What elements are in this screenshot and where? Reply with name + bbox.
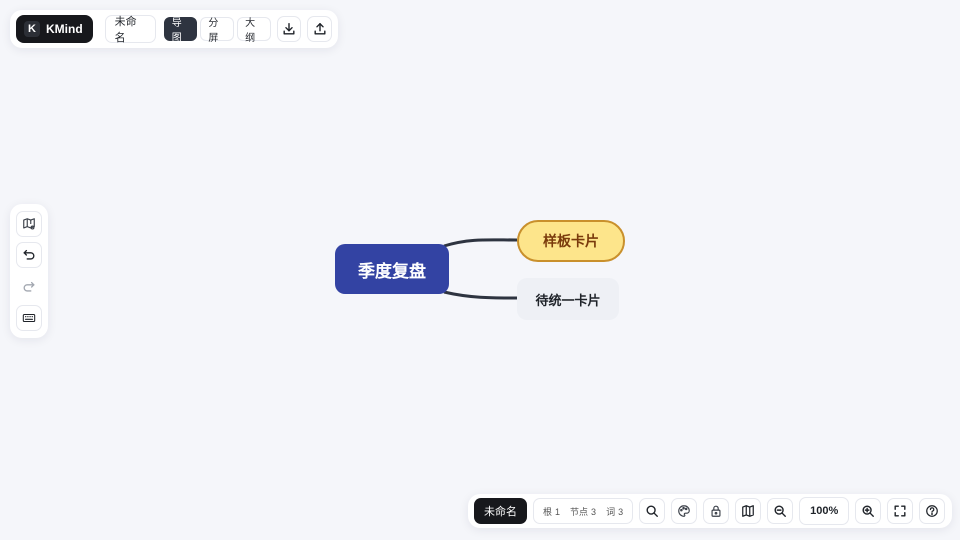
view-mode-mindmap[interactable]: 导图 <box>163 17 198 44</box>
app-name: KMind <box>46 22 83 36</box>
mindmap-root-node[interactable]: 季度复盘 <box>335 244 449 294</box>
zoom-out-button[interactable] <box>767 498 794 524</box>
undo-button[interactable] <box>16 242 42 269</box>
minimap-button[interactable] <box>735 498 762 524</box>
app-logo[interactable]: K KMind <box>16 15 93 43</box>
search-icon <box>646 505 659 517</box>
download-icon <box>283 23 295 35</box>
upload-icon <box>314 23 326 35</box>
stat-roots: 根1 <box>543 506 561 517</box>
zoom-out-icon <box>774 505 787 517</box>
document-title-chip[interactable]: 未命名 <box>474 498 527 524</box>
theme-button[interactable] <box>671 498 698 524</box>
bottom-toolbar: 未命名 根1 节点 3 词3 100% <box>468 494 952 528</box>
zoom-level[interactable]: 100% <box>799 497 850 525</box>
connector-root-child-1 <box>443 238 518 248</box>
keyboard-icon <box>22 314 36 323</box>
undo-icon <box>23 250 35 260</box>
mindmap-node-pending-card[interactable]: 待统一卡片 <box>517 278 619 320</box>
connector-root-child-2 <box>443 290 518 300</box>
document-stats: 根1 节点 3 词3 <box>533 498 634 524</box>
view-mode-split[interactable]: 分屏 <box>200 17 235 44</box>
left-toolbar <box>10 204 48 338</box>
help-button[interactable] <box>919 498 946 524</box>
zoom-in-button[interactable] <box>855 498 882 524</box>
top-toolbar: K KMind 未命名 导图 分屏 大纲 <box>10 10 338 48</box>
download-button[interactable] <box>276 16 302 42</box>
redo-button[interactable] <box>16 273 42 300</box>
redo-icon <box>23 281 35 292</box>
zoom-in-icon <box>862 505 875 517</box>
mindmap-connectors <box>443 238 518 300</box>
theme-palette-icon <box>678 505 690 517</box>
help-icon <box>926 505 939 517</box>
fullscreen-icon <box>894 505 906 517</box>
kmind-logo-icon: K <box>24 21 40 37</box>
mindmap-canvas[interactable]: 季度复盘 样板卡片 待统一卡片 <box>0 0 960 540</box>
view-mode-outline[interactable]: 大纲 <box>237 17 271 44</box>
mindmap-node-sample-card[interactable]: 样板卡片 <box>517 220 625 262</box>
minimap-icon <box>742 505 754 517</box>
lock-button[interactable] <box>703 498 730 524</box>
lock-icon <box>711 505 721 517</box>
fullscreen-button[interactable] <box>887 498 914 524</box>
map-settings-button[interactable] <box>16 210 42 237</box>
document-title-button[interactable]: 未命名 <box>104 15 156 44</box>
upload-button[interactable] <box>307 16 332 42</box>
search-button[interactable] <box>639 498 666 524</box>
keyboard-shortcuts-button[interactable] <box>16 305 42 332</box>
stat-words: 词3 <box>606 506 624 517</box>
map-settings-icon <box>23 217 35 230</box>
view-mode-switch: 导图 分屏 大纲 <box>163 17 271 44</box>
stat-nodes: 节点 3 <box>570 506 597 517</box>
